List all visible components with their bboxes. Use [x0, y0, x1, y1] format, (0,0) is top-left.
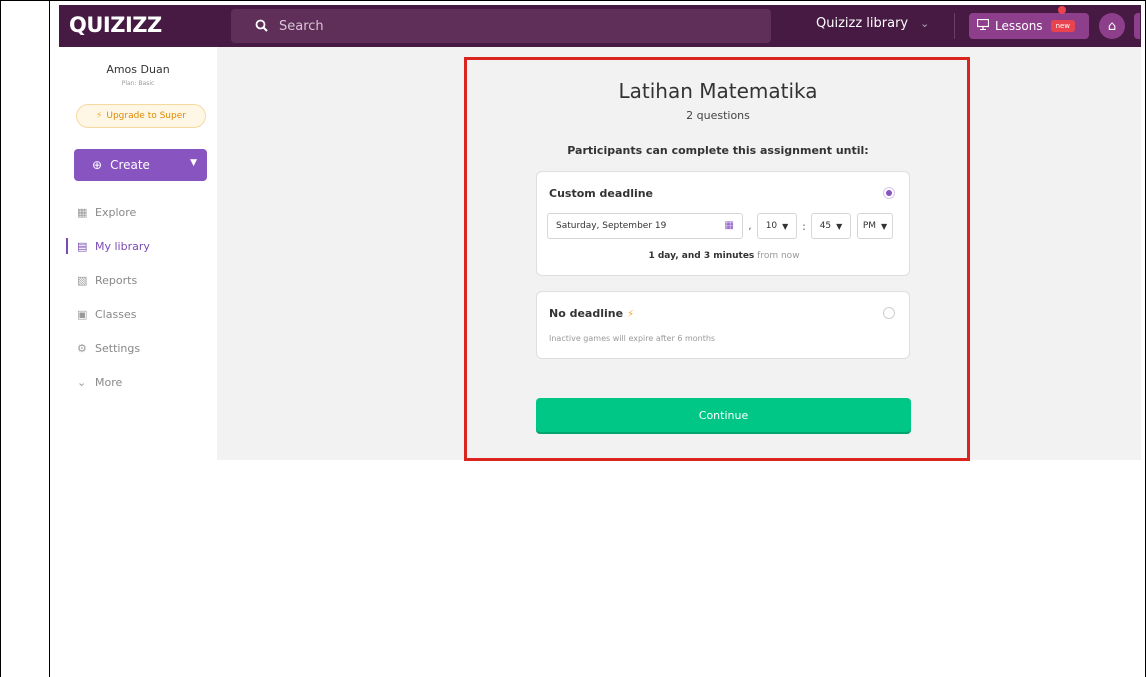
- create-button[interactable]: ⊕ Create ▼: [74, 149, 207, 181]
- create-label: Create: [110, 158, 150, 172]
- lessons-button[interactable]: Lessons new: [969, 13, 1089, 39]
- sidebar-item-explore[interactable]: ▦ Explore: [59, 195, 217, 229]
- search-placeholder: Search: [279, 18, 324, 34]
- sidebar-item-more[interactable]: ⌄ More: [59, 365, 217, 399]
- sidebar-item-label: Settings: [95, 341, 141, 355]
- sidebar-item-label: Explore: [95, 205, 137, 219]
- settings-icon: ⚙: [77, 341, 87, 355]
- quizizz-logo[interactable]: QUIZIZZ: [69, 13, 162, 37]
- new-badge: new: [1050, 20, 1076, 32]
- classes-icon: ▣: [77, 307, 88, 321]
- user-name: Amos Duan: [106, 63, 170, 76]
- frame-divider: [49, 0, 50, 677]
- search-bar[interactable]: Search: [231, 9, 771, 43]
- caret-down-icon: ▼: [190, 158, 197, 168]
- sidebar-item-classes[interactable]: ▣ Classes: [59, 297, 217, 331]
- library-icon: ▤: [77, 239, 88, 253]
- chevron-down-icon: ⌄: [920, 17, 930, 30]
- sidebar-item-my-library[interactable]: ▤ My library: [59, 229, 217, 263]
- highlight-box: [464, 57, 970, 461]
- upgrade-label: Upgrade to Super: [106, 111, 186, 121]
- sidebar-item-label: Classes: [95, 307, 137, 321]
- upgrade-button[interactable]: ⚡ Upgrade to Super: [76, 104, 206, 128]
- plus-circle-icon: ⊕: [92, 158, 103, 172]
- sidebar-item-settings[interactable]: ⚙ Settings: [59, 331, 217, 365]
- reports-icon: ▧: [77, 273, 88, 287]
- notification-dot: [1058, 6, 1066, 14]
- lessons-label: Lessons: [995, 19, 1043, 33]
- topbar-divider: [954, 13, 955, 39]
- library-selector[interactable]: Quizizz library ⌄: [816, 16, 929, 31]
- explore-icon: ▦: [77, 205, 88, 219]
- sidebar-item-reports[interactable]: ▧ Reports: [59, 263, 217, 297]
- sidebar-item-label: Reports: [95, 273, 138, 287]
- monitor-icon: [976, 18, 990, 33]
- library-selector-label: Quizizz library: [816, 16, 909, 31]
- sidebar-item-label: More: [95, 375, 123, 389]
- top-navigation-bar: QUIZIZZ Search Quizizz library ⌄ Lessons…: [59, 5, 1141, 47]
- profile-menu-edge[interactable]: [1134, 13, 1140, 39]
- user-plan: Plan: Basic: [121, 80, 155, 87]
- home-icon: ⌂: [1107, 18, 1117, 34]
- chevron-down-icon: ⌄: [77, 375, 87, 389]
- sidebar-item-label: My library: [95, 239, 150, 253]
- search-icon: [255, 19, 269, 33]
- home-button[interactable]: ⌂: [1099, 13, 1125, 39]
- lightning-icon: ⚡: [96, 111, 103, 121]
- sidebar: Amos Duan Plan: Basic ⚡ Upgrade to Super…: [59, 47, 217, 677]
- sidebar-nav: ▦ Explore ▤ My library ▧ Reports ▣ Class…: [59, 195, 217, 399]
